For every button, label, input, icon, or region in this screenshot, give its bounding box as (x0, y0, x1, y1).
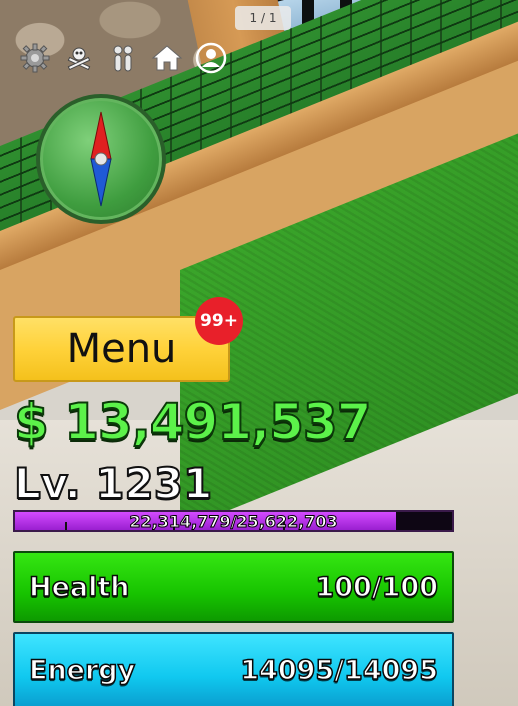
level-label: Lv. 1231 (13, 458, 213, 509)
notification-badge: 99+ (195, 297, 243, 345)
crew-flag-icon[interactable] (62, 41, 96, 75)
xp-bar: 22,314,779/25,622,703 (13, 510, 454, 532)
gear-icon[interactable] (18, 41, 52, 75)
page-counter: 1 / 1 (235, 6, 291, 30)
health-value: 100/100 (315, 571, 439, 604)
health-bar: Health 100/100 (13, 551, 454, 623)
health-label: Health (28, 571, 130, 604)
profile-icon[interactable] (194, 41, 228, 75)
xp-text: 22,314,779/25,622,703 (129, 511, 338, 531)
energy-value: 14095/14095 (240, 654, 439, 687)
energy-bar: Energy 14095/14095 (13, 632, 454, 706)
compass[interactable] (36, 94, 166, 224)
home-icon[interactable] (150, 41, 184, 75)
money-counter: $ 13,491,537 (13, 392, 373, 452)
energy-label: Energy (28, 654, 136, 687)
top-icon-bar (18, 40, 228, 76)
compass-needle-icon (90, 111, 112, 207)
fruits-icon[interactable] (106, 41, 140, 75)
